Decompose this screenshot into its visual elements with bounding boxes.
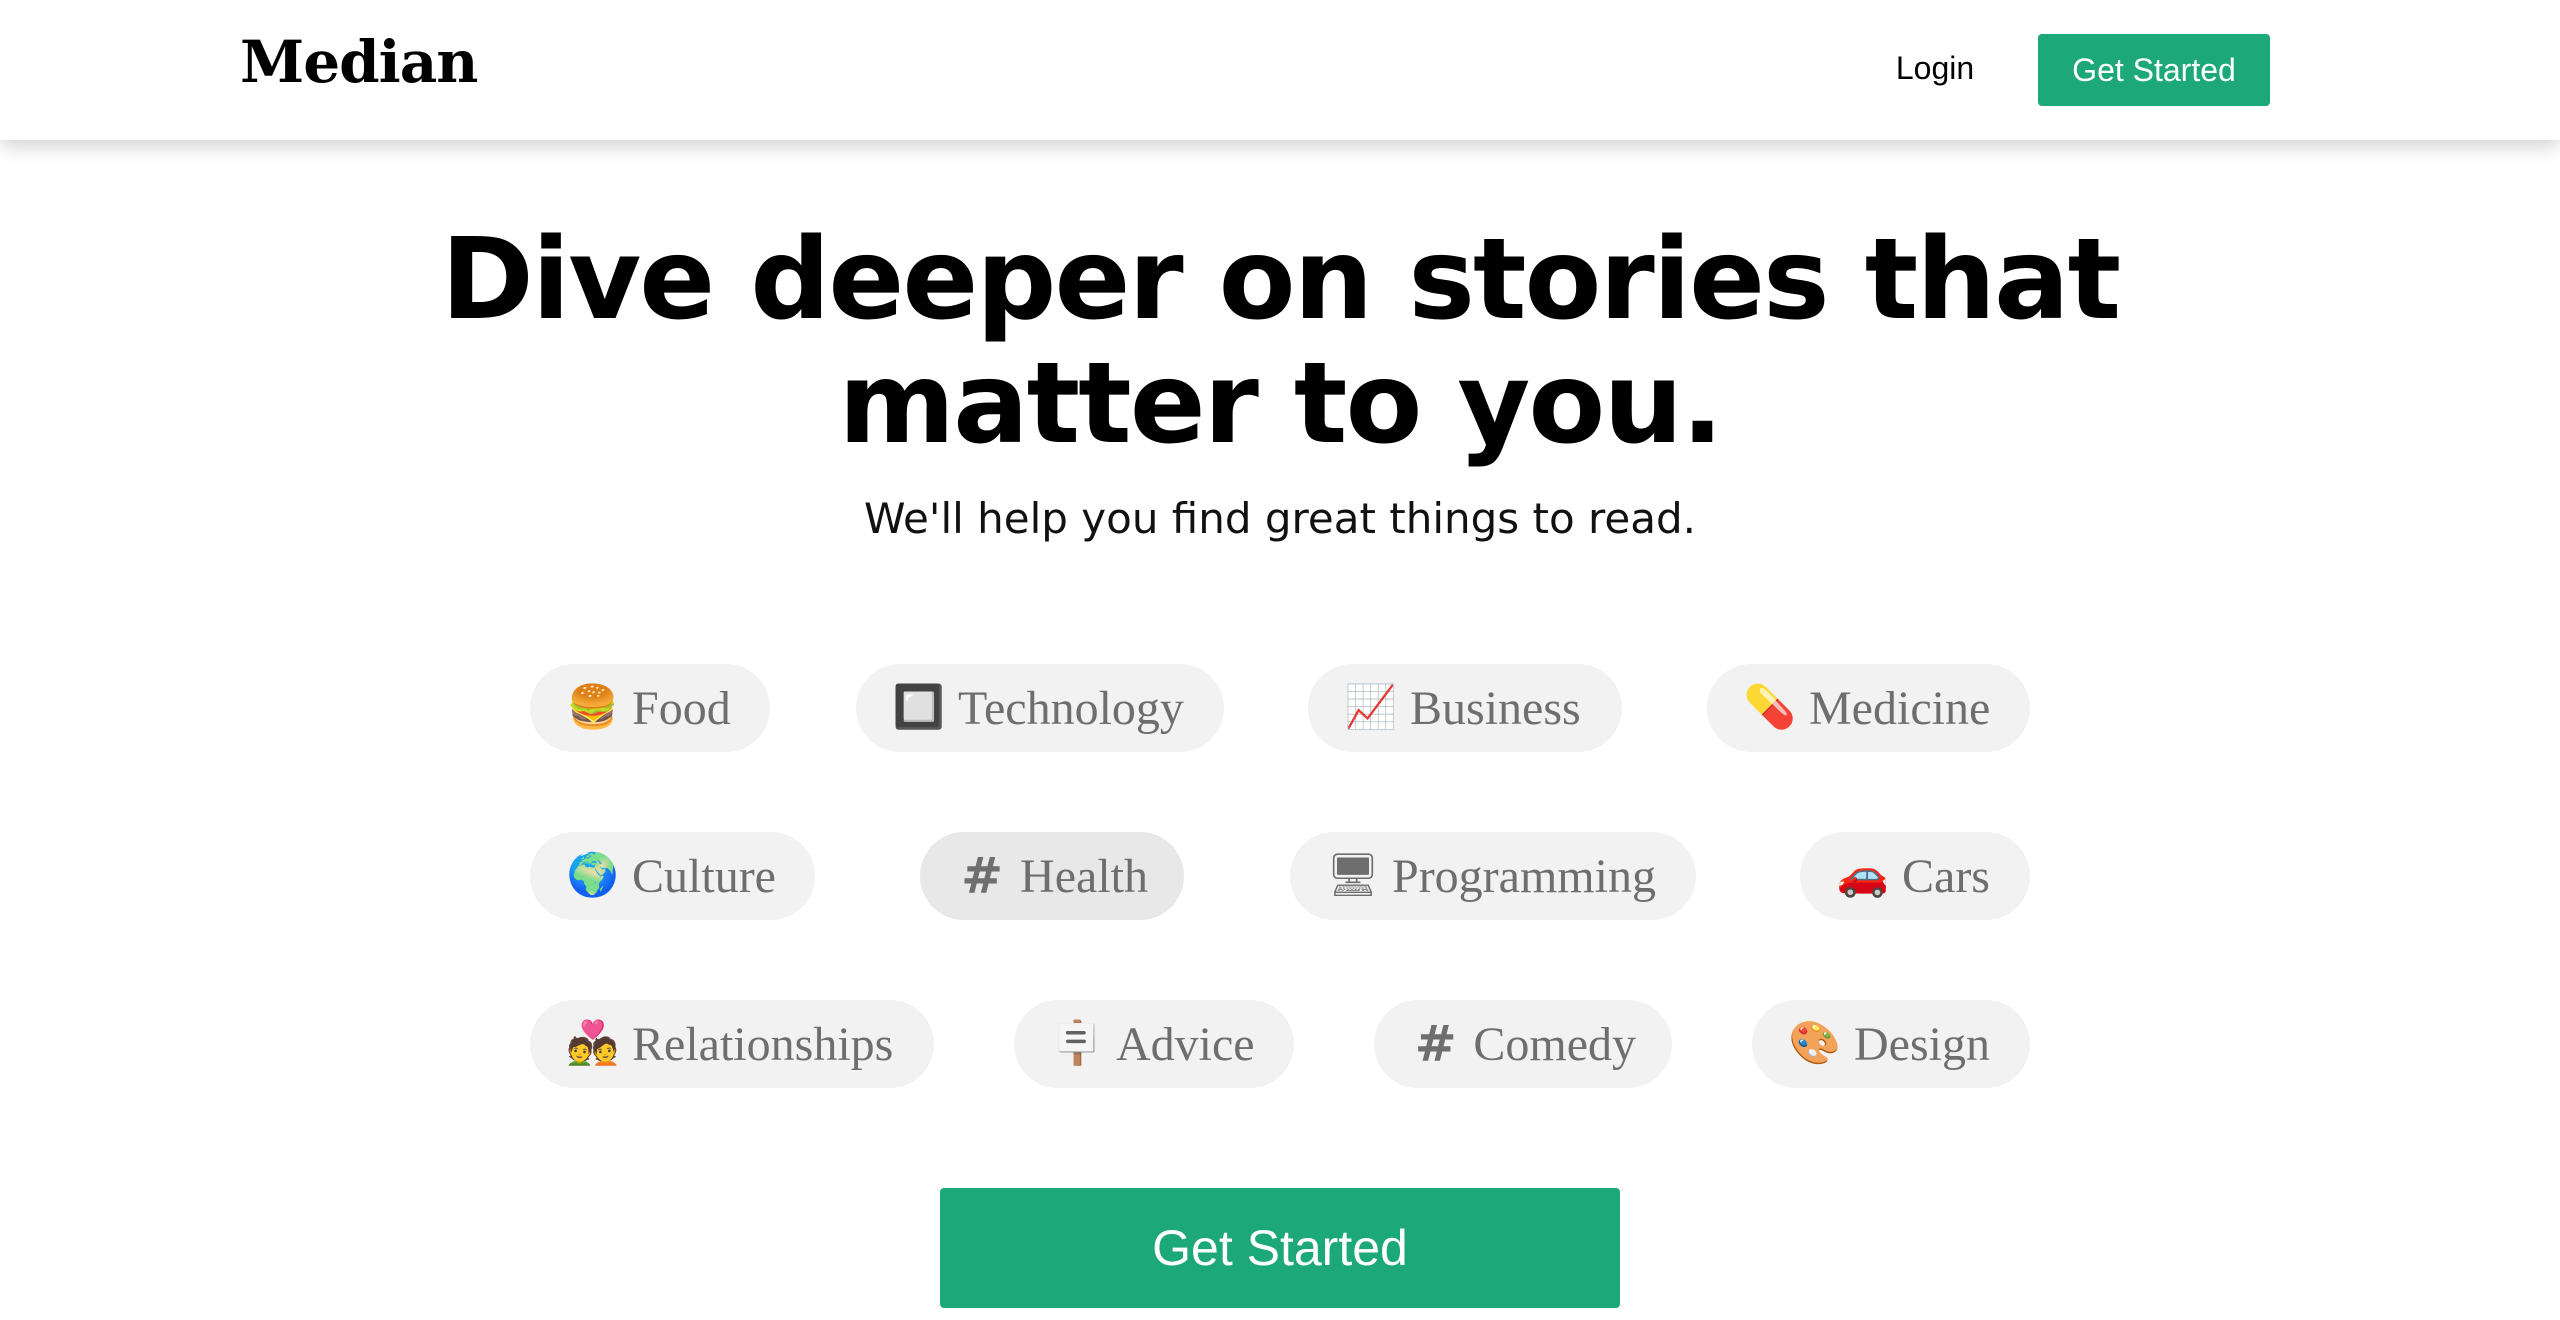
- topic-chip-technology[interactable]: 🔲 Technology: [856, 664, 1224, 752]
- topic-chip-label: Programming: [1392, 849, 1656, 903]
- topic-chip-cars[interactable]: 🚗 Cars: [1800, 832, 2030, 920]
- topic-chip-relationships[interactable]: 💑 Relationships: [530, 1000, 934, 1088]
- main-get-started-button[interactable]: Get Started: [940, 1188, 1620, 1308]
- topic-chip-label: Culture: [632, 849, 776, 903]
- signpost-icon: 🪧: [1050, 1021, 1104, 1067]
- topic-chip-medicine[interactable]: 💊 Medicine: [1707, 664, 2030, 752]
- hashtag-icon: #: [1414, 1015, 1457, 1073]
- topic-chip-programming[interactable]: 🖥 Programming: [1290, 832, 1696, 920]
- header-get-started-button[interactable]: Get Started: [2038, 34, 2270, 106]
- topic-chip-label: Medicine: [1809, 681, 1991, 735]
- topic-chip-label: Advice: [1116, 1017, 1255, 1071]
- hero-title-line1: Dive deeper on stories that: [440, 215, 2121, 345]
- median-logo[interactable]: Median: [240, 28, 478, 96]
- top-navbar: Median Login Get Started: [0, 0, 2560, 140]
- hero-title-line2: matter to you.: [838, 339, 1723, 469]
- topic-chip-label: Food: [632, 681, 731, 735]
- topic-chip-label: Business: [1410, 681, 1581, 735]
- login-link[interactable]: Login: [1880, 38, 1990, 98]
- topic-chip-label: Cars: [1902, 849, 1990, 903]
- pill-icon: 💊: [1743, 685, 1797, 731]
- topic-chip-comedy[interactable]: # Comedy: [1374, 1000, 1672, 1088]
- topic-chip-grid: 🍔 Food 🔲 Technology 📈 Business 💊 Medicin…: [0, 0, 2560, 1320]
- car-icon: 🚗: [1836, 853, 1890, 899]
- topic-chip-advice[interactable]: 🪧 Advice: [1014, 1000, 1294, 1088]
- topic-chip-culture[interactable]: 🌍 Culture: [530, 832, 815, 920]
- microchip-icon: 🔲: [892, 685, 946, 731]
- topic-chip-label: Comedy: [1473, 1017, 1636, 1071]
- hero-title: Dive deeper on stories that matter to yo…: [0, 218, 2560, 466]
- topic-chip-label: Health: [1020, 849, 1148, 903]
- topic-chip-business[interactable]: 📈 Business: [1308, 664, 1622, 752]
- palette-icon: 🎨: [1788, 1021, 1842, 1067]
- topic-chip-design[interactable]: 🎨 Design: [1752, 1000, 2030, 1088]
- hamburger-icon: 🍔: [566, 685, 620, 731]
- topic-chip-label: Technology: [958, 681, 1184, 735]
- topic-chip-label: Relationships: [632, 1017, 894, 1071]
- globe-icon: 🌍: [566, 853, 620, 899]
- topic-chip-health[interactable]: # Health: [920, 832, 1184, 920]
- code-window-icon: 🖥: [1326, 853, 1380, 899]
- couple-icon: 💑: [566, 1021, 620, 1067]
- topic-chip-label: Design: [1854, 1017, 1990, 1071]
- hashtag-icon: #: [961, 847, 1003, 905]
- chart-increasing-icon: 📈: [1344, 685, 1398, 731]
- topic-chip-food[interactable]: 🍔 Food: [530, 664, 770, 752]
- hero-subtitle: We'll help you find great things to read…: [863, 494, 1696, 543]
